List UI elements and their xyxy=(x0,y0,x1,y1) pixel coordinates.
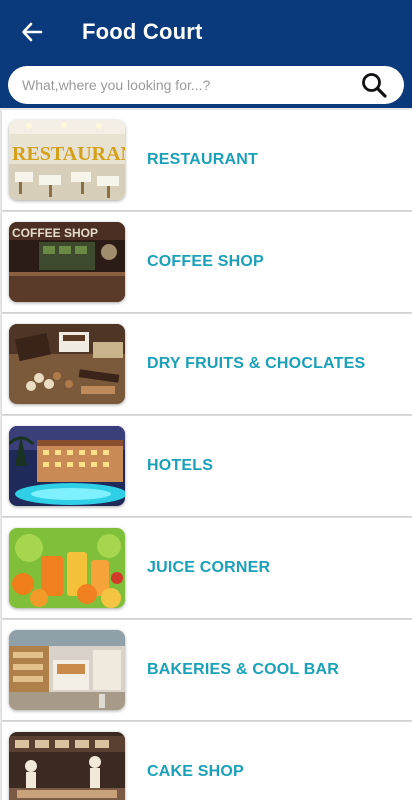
page-title: Food Court xyxy=(82,19,203,44)
category-label: BAKERIES & COOL BAR xyxy=(147,661,339,678)
search-bar xyxy=(8,66,404,104)
category-card-bakeries[interactable]: BAKERIES & COOL BAR xyxy=(2,620,412,720)
category-label: DRY FRUITS & CHOCLATES xyxy=(147,355,366,372)
category-card-restaurant[interactable]: RESTAURANT RESTAURANT xyxy=(2,110,412,210)
search-input[interactable] xyxy=(22,66,342,104)
category-list: RESTAURANT RESTAURANT COFFEE SHOP xyxy=(0,110,412,800)
bakeries-image xyxy=(9,630,125,710)
app-screen: Food Court What,where you looking for...… xyxy=(0,0,412,800)
search-button[interactable] xyxy=(360,71,388,99)
category-card-coffee-shop[interactable]: COFFEE SHOP COFFEE SHOP xyxy=(2,212,412,312)
category-label: COFFEE SHOP xyxy=(147,253,264,270)
juice-corner-image xyxy=(9,528,125,608)
category-card-hotels[interactable]: HOTELS xyxy=(2,416,412,516)
search-icon xyxy=(362,73,387,98)
cake-shop-image xyxy=(9,732,125,800)
app-header: Food Court xyxy=(0,0,412,108)
back-button[interactable] xyxy=(14,14,50,50)
hotels-image xyxy=(9,426,125,506)
category-label: JUICE CORNER xyxy=(147,559,271,576)
category-card-cake-shop[interactable]: CAKE SHOP xyxy=(2,722,412,800)
dry-fruits-image xyxy=(9,324,125,404)
category-card-dry-fruits[interactable]: DRY FRUITS & CHOCLATES xyxy=(2,314,412,414)
arrow-left-icon xyxy=(22,22,43,42)
category-label: RESTAURANT xyxy=(147,151,259,168)
restaurant-image: RESTAURANT xyxy=(9,120,125,200)
svg-text:RESTAURANT: RESTAURANT xyxy=(12,143,125,165)
svg-text:COFFEE SHOP: COFFEE SHOP xyxy=(12,226,98,240)
category-card-juice-corner[interactable]: JUICE CORNER xyxy=(2,518,412,618)
category-label: HOTELS xyxy=(147,457,214,474)
coffee-shop-image: COFFEE SHOP xyxy=(9,222,125,302)
category-label: CAKE SHOP xyxy=(147,763,244,780)
